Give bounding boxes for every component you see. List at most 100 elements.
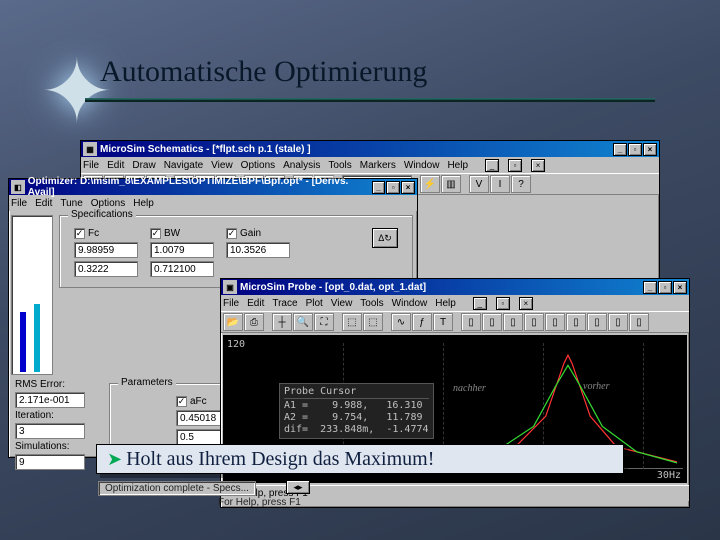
menu-markers[interactable]: Markers bbox=[360, 160, 396, 171]
tool-print[interactable]: ⎙ bbox=[244, 313, 264, 331]
menu-tune[interactable]: Tune bbox=[60, 198, 82, 209]
rms-label: RMS Error: bbox=[15, 379, 99, 390]
child-close-button[interactable]: × bbox=[519, 297, 533, 310]
optimizer-title-text: Optimizer: D:\msim_8\EXAMPLES\OPTIMIZE\B… bbox=[28, 176, 371, 198]
spec-bw-checkbox[interactable]: ✓ bbox=[150, 228, 161, 239]
child-close-button[interactable]: × bbox=[531, 159, 545, 172]
menu-tools[interactable]: Tools bbox=[360, 298, 383, 309]
spec-bw-value1[interactable]: 1.0079 bbox=[150, 242, 214, 258]
tool-cursor[interactable]: ┼ bbox=[272, 313, 292, 331]
tool-b[interactable]: ▥ bbox=[441, 175, 461, 193]
specifications-label: Specifications bbox=[68, 209, 136, 220]
simulations-label: Simulations: bbox=[15, 441, 99, 452]
tool-log-x[interactable]: ⬚ bbox=[342, 313, 362, 331]
tool-v[interactable]: V bbox=[469, 175, 489, 193]
menu-window[interactable]: Window bbox=[392, 298, 428, 309]
probe-cursor-box[interactable]: Probe CursorA1 = 9.988, 16.310 A2 = 9.75… bbox=[279, 383, 434, 439]
menu-navigate[interactable]: Navigate bbox=[164, 160, 203, 171]
scroll-thumb-icon[interactable]: ◂▸ bbox=[286, 480, 310, 494]
child-restore-button[interactable]: ▫ bbox=[496, 297, 510, 310]
spec-fc: ✓Fc 9.98959 0.3222 bbox=[74, 228, 144, 277]
param-afc-label: aFc bbox=[190, 396, 207, 407]
spec-bw-value2[interactable]: 0.712100 bbox=[150, 261, 214, 277]
spec-gain-value1[interactable]: 10.3526 bbox=[226, 242, 290, 258]
tool-mark-f[interactable]: ▯ bbox=[566, 313, 586, 331]
probe-titlebar[interactable]: ▣ MicroSim Probe - [opt_0.dat, opt_1.dat… bbox=[221, 279, 689, 295]
tool-add-trace[interactable]: ∿ bbox=[391, 313, 411, 331]
schematics-titlebar[interactable]: ▦ MicroSim Schematics - [*flpt.sch p.1 (… bbox=[81, 141, 659, 157]
tool-mark-g[interactable]: ▯ bbox=[587, 313, 607, 331]
menu-edit[interactable]: Edit bbox=[107, 160, 124, 171]
parameters-label: Parameters bbox=[118, 377, 176, 388]
close-button[interactable]: × bbox=[673, 281, 687, 294]
menu-help[interactable]: Help bbox=[447, 160, 468, 171]
menu-edit[interactable]: Edit bbox=[35, 198, 52, 209]
menu-help[interactable]: Help bbox=[133, 198, 154, 209]
spec-fc-value2[interactable]: 0.3222 bbox=[74, 261, 138, 277]
tool-mark-c[interactable]: ▯ bbox=[503, 313, 523, 331]
close-button[interactable]: × bbox=[643, 143, 657, 156]
tool-log-y[interactable]: ⬚ bbox=[363, 313, 383, 331]
spec-fc-checkbox[interactable]: ✓ bbox=[74, 228, 85, 239]
cursor-a1: A1 = 9.988, 16.310 bbox=[284, 400, 423, 411]
spec-gain-checkbox[interactable]: ✓ bbox=[226, 228, 237, 239]
close-button[interactable]: × bbox=[401, 181, 415, 194]
menu-analysis[interactable]: Analysis bbox=[283, 160, 320, 171]
maximize-button[interactable]: ▫ bbox=[386, 181, 400, 194]
progress-bar-2 bbox=[34, 304, 40, 372]
probe-app-icon: ▣ bbox=[223, 280, 237, 294]
minimize-button[interactable]: _ bbox=[643, 281, 657, 294]
menu-options[interactable]: Options bbox=[241, 160, 275, 171]
child-minimize-button[interactable]: _ bbox=[473, 297, 487, 310]
tool-eval[interactable]: ƒ bbox=[412, 313, 432, 331]
tool-open[interactable]: 📂 bbox=[223, 313, 243, 331]
menu-view[interactable]: View bbox=[331, 298, 353, 309]
tool-mark-i[interactable]: ▯ bbox=[629, 313, 649, 331]
menu-file[interactable]: File bbox=[11, 198, 27, 209]
child-restore-button[interactable]: ▫ bbox=[508, 159, 522, 172]
slide-title: Automatische Optimierung bbox=[100, 55, 427, 89]
tool-i[interactable]: I bbox=[490, 175, 510, 193]
x-tick-right: 30Hz bbox=[657, 470, 681, 481]
slogan-text: Holt aus Ihrem Design das Maximum! bbox=[126, 448, 434, 471]
schematics-title-text: MicroSim Schematics - [*flpt.sch p.1 (st… bbox=[100, 144, 311, 155]
optimizer-status-text: Optimization complete - Specs... bbox=[98, 481, 256, 496]
tool-label[interactable]: T bbox=[433, 313, 453, 331]
spec-fc-label: Fc bbox=[88, 228, 99, 239]
param-afc-checkbox[interactable]: ✓ bbox=[176, 396, 187, 407]
menu-draw[interactable]: Draw bbox=[132, 160, 155, 171]
minimize-button[interactable]: _ bbox=[613, 143, 627, 156]
simulations-value: 9 bbox=[15, 454, 85, 470]
maximize-button[interactable]: ▫ bbox=[628, 143, 642, 156]
tool-mark-b[interactable]: ▯ bbox=[482, 313, 502, 331]
optimizer-app-icon: ◧ bbox=[11, 180, 25, 194]
tool-mark-d[interactable]: ▯ bbox=[524, 313, 544, 331]
tool-a[interactable]: ⚡ bbox=[420, 175, 440, 193]
annotation-after: nachher bbox=[453, 383, 486, 394]
spec-side-button[interactable]: Δ↻ bbox=[372, 228, 398, 248]
tool-mark-e[interactable]: ▯ bbox=[545, 313, 565, 331]
menu-options[interactable]: Options bbox=[91, 198, 125, 209]
tool-zoom[interactable]: 🔍 bbox=[293, 313, 313, 331]
spec-fc-value1[interactable]: 9.98959 bbox=[74, 242, 138, 258]
cursor-title: Probe Cursor bbox=[284, 386, 429, 399]
tool-zoom-fit[interactable]: ⛶ bbox=[314, 313, 334, 331]
maximize-button[interactable]: ▫ bbox=[658, 281, 672, 294]
menu-window[interactable]: Window bbox=[404, 160, 440, 171]
menu-file[interactable]: File bbox=[223, 298, 239, 309]
menu-trace[interactable]: Trace bbox=[272, 298, 297, 309]
minimize-button[interactable]: _ bbox=[372, 181, 386, 194]
menu-view[interactable]: View bbox=[211, 160, 233, 171]
optimizer-titlebar[interactable]: ◧ Optimizer: D:\msim_8\EXAMPLES\OPTIMIZE… bbox=[9, 179, 417, 195]
tool-q[interactable]: ? bbox=[511, 175, 531, 193]
schematics-app-icon: ▦ bbox=[83, 142, 97, 156]
menu-tools[interactable]: Tools bbox=[328, 160, 351, 171]
menu-file[interactable]: File bbox=[83, 160, 99, 171]
menu-help[interactable]: Help bbox=[435, 298, 456, 309]
slogan-banner: ➤ Holt aus Ihrem Design das Maximum! bbox=[96, 444, 624, 474]
tool-mark-h[interactable]: ▯ bbox=[608, 313, 628, 331]
menu-plot[interactable]: Plot bbox=[306, 298, 323, 309]
tool-mark-a[interactable]: ▯ bbox=[461, 313, 481, 331]
menu-edit[interactable]: Edit bbox=[247, 298, 264, 309]
child-minimize-button[interactable]: _ bbox=[485, 159, 499, 172]
